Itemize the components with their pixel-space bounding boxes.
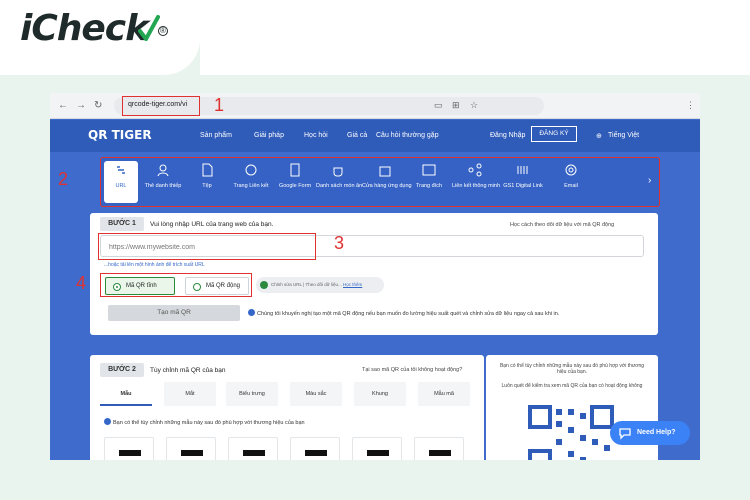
screenshot-frame: ← → ↻ qrcode-tiger.com/vi 1 ▭ ⊞ ☆ ⋮ QR T…: [50, 93, 700, 460]
annotation-number: 3: [334, 233, 345, 253]
step-2-title: Tùy chỉnh mã QR của bạn: [150, 367, 226, 374]
forward-icon[interactable]: →: [76, 100, 86, 111]
customize-tabs: Mẫu Mắt Biểu trưng Màu sắc Khung Mẫu mã: [100, 382, 476, 406]
generate-note: Chúng tôi khuyến nghị tạo một mã QR động…: [257, 311, 560, 317]
pill-text: Chỉnh sửa URL | Theo dõi dữ liệu...: [271, 282, 342, 287]
step-1-title: Vui lòng nhập URL của trang web của bạn.: [150, 221, 274, 228]
need-help-button[interactable]: Need Help?: [610, 421, 690, 445]
register-button[interactable]: ĐĂNG KÝ: [531, 126, 577, 142]
pattern-option[interactable]: [352, 437, 402, 460]
tab-templates[interactable]: Mẫu mã: [418, 382, 470, 406]
info-icon: [248, 309, 255, 316]
step-2-card: BƯỚC 2 Tùy chỉnh mã QR của bạn Tại sao m…: [90, 355, 484, 460]
scan-note: Luôn quét để kiểm tra xem mã QR của bạn …: [501, 383, 643, 389]
menu-item[interactable]: Câu hỏi thường gặp: [376, 132, 439, 139]
annotation-number: 2: [58, 169, 69, 189]
type-highlight-box: [100, 157, 660, 207]
check-circle-icon: [260, 281, 268, 289]
qr-code-preview: [528, 405, 614, 460]
input-highlight-box: [98, 233, 316, 260]
dynamic-qr-option[interactable]: Mã QR động: [185, 277, 249, 295]
tab-frame[interactable]: Khung: [354, 382, 406, 406]
dynamic-info-pill: Chỉnh sửa URL | Theo dõi dữ liệu... Học …: [256, 277, 384, 293]
help-link[interactable]: Học cách theo dõi dữ liệu với mã QR động: [510, 222, 614, 228]
menu-item[interactable]: Giải pháp: [254, 132, 284, 139]
top-strip: [200, 0, 750, 75]
annotation-number: 1: [214, 95, 225, 115]
learn-more-link[interactable]: Học thêm: [343, 282, 362, 287]
site-header: QR TIGER Sản phẩm Giải pháp Học hỏi Giá …: [50, 120, 700, 152]
qr-kind-group: Mã QR tĩnh Mã QR động: [100, 273, 252, 297]
menu-icon[interactable]: ⋮: [686, 100, 695, 111]
back-icon[interactable]: ←: [58, 100, 68, 111]
site-logo[interactable]: QR TIGER: [88, 128, 152, 142]
checkmark-icon: [138, 15, 160, 41]
star-icon[interactable]: ☆: [470, 100, 478, 111]
url-highlight-box: [122, 96, 200, 116]
step-1-card: BƯỚC 1 Vui lòng nhập URL của trang web c…: [76, 213, 658, 335]
translate-icon[interactable]: ⊞: [452, 100, 460, 111]
static-qr-option[interactable]: Mã QR tĩnh: [105, 277, 175, 295]
pattern-option[interactable]: [290, 437, 340, 460]
tab-note: Bạn có thể tùy chỉnh những mẫu này sau đ…: [113, 420, 305, 426]
browser-toolbar: ← → ↻ qrcode-tiger.com/vi 1 ▭ ⊞ ☆ ⋮: [50, 93, 700, 119]
language-select[interactable]: Tiếng Việt: [608, 132, 639, 139]
menu-item[interactable]: Học hỏi: [304, 132, 328, 139]
tab-colors[interactable]: Màu sắc: [290, 382, 342, 406]
radio-on-icon: [113, 283, 121, 291]
tab-eyes[interactable]: Mắt: [164, 382, 216, 406]
pattern-option[interactable]: [104, 437, 154, 460]
tab-pattern[interactable]: Mẫu: [100, 382, 152, 406]
registered-mark: ®: [158, 26, 168, 36]
login-link[interactable]: Đăng Nhập: [490, 132, 525, 139]
reload-icon[interactable]: ↻: [94, 100, 102, 111]
tab-logo[interactable]: Biểu trưng: [226, 382, 278, 406]
why-link[interactable]: Tại sao mã QR của tôi không hoạt động?: [362, 367, 462, 373]
menu-item[interactable]: Sản phẩm: [200, 132, 232, 139]
upload-image-link[interactable]: ...hoặc tải lên một hình ảnh để trích xu…: [104, 262, 205, 268]
brand-logo: iCheck: [20, 8, 149, 49]
step-2-badge: BƯỚC 2: [100, 363, 144, 377]
chat-bubble-icon: [619, 428, 631, 440]
pattern-option[interactable]: [414, 437, 464, 460]
globe-icon: ⊕: [596, 133, 602, 140]
info-icon: [104, 418, 111, 425]
annotation-number: 4: [76, 273, 87, 293]
preview-note: Bạn có thể tùy chỉnh những mẫu này sau đ…: [499, 363, 645, 375]
pattern-option[interactable]: [228, 437, 278, 460]
radio-off-icon: [193, 283, 201, 291]
cast-icon[interactable]: ▭: [434, 100, 443, 111]
step-1-badge: BƯỚC 1: [100, 217, 144, 231]
generate-qr-button[interactable]: Tạo mã QR: [108, 305, 240, 321]
menu-item[interactable]: Giá cả: [347, 132, 367, 139]
pattern-option[interactable]: [166, 437, 216, 460]
qr-type-bar: URL Thẻ danh thiếp Tệp Trang Liên kết Go…: [100, 157, 660, 207]
